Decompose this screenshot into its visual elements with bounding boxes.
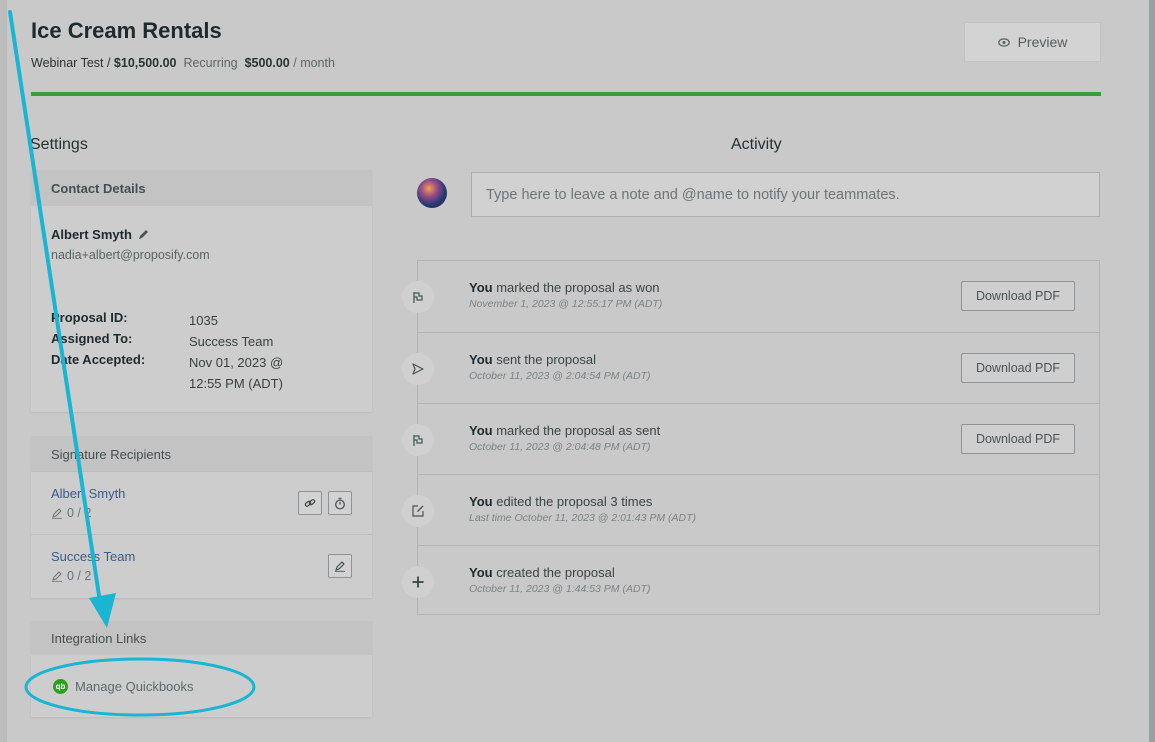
activity-actor: You — [469, 494, 493, 509]
edit-icon — [402, 495, 434, 527]
breadcrumb[interactable]: Webinar Test / — [31, 56, 110, 70]
pencil-icon[interactable] — [137, 228, 150, 241]
activity-item: You marked the proposal as won November … — [402, 261, 1099, 332]
send-icon — [402, 353, 434, 385]
manage-quickbooks-label: Manage Quickbooks — [75, 679, 194, 694]
eye-icon — [997, 37, 1010, 47]
activity-title: You marked the proposal as won — [469, 280, 660, 295]
field-label: Assigned To: — [51, 331, 133, 346]
signature-pen-icon — [52, 571, 62, 582]
preview-button[interactable]: Preview — [964, 22, 1101, 62]
recurring-amount: $500.00 — [244, 56, 290, 70]
manage-quickbooks-link[interactable]: qb Manage Quickbooks — [53, 679, 194, 694]
contact-details-heading: Contact Details — [31, 170, 372, 206]
download-pdf-button[interactable]: Download PDF — [961, 281, 1075, 311]
flag-icon — [402, 281, 434, 313]
settings-heading: Settings — [30, 136, 88, 153]
stopwatch-icon — [335, 497, 345, 509]
activity-item: You created the proposal October 11, 202… — [402, 545, 1099, 617]
proposal-summary: Webinar Test / $10,500.00 Recurring $500… — [31, 56, 335, 70]
window-edge-left — [0, 0, 7, 742]
recurring-period: / month — [293, 56, 335, 70]
activity-list: You marked the proposal as won November … — [402, 260, 1100, 617]
recipient-row: Albert Smyth 0 / 2 — [31, 471, 372, 535]
activity-item: You edited the proposal 3 times Last tim… — [402, 474, 1099, 546]
signature-recipients-card: Signature Recipients Albert Smyth 0 / 2 … — [31, 436, 372, 598]
recipient-name-link[interactable]: Albert Smyth — [51, 486, 125, 501]
flag-icon — [402, 424, 434, 456]
avatar — [417, 178, 447, 208]
activity-title: You marked the proposal as sent — [469, 423, 660, 438]
download-pdf-button[interactable]: Download PDF — [961, 353, 1075, 383]
sign-button[interactable] — [328, 554, 352, 578]
page-title: Ice Cream Rentals — [31, 18, 222, 43]
signature-pen-icon — [52, 508, 62, 519]
count-text: 0 / 2 — [67, 569, 92, 583]
activity-heading: Activity — [731, 136, 782, 153]
contact-name-text: Albert Smyth — [51, 227, 132, 242]
activity-timestamp: October 11, 2023 @ 2:04:48 PM (ADT) — [469, 441, 651, 453]
recipient-signature-count: 0 / 2 — [51, 506, 91, 520]
activity-actor: You — [469, 565, 493, 580]
count-text: 0 / 2 — [67, 506, 92, 520]
field-value: Success Team — [189, 334, 274, 349]
activity-timestamp: November 1, 2023 @ 12:55:17 PM (ADT) — [469, 298, 663, 310]
preview-label: Preview — [1017, 34, 1068, 50]
activity-note-input[interactable] — [471, 172, 1100, 217]
activity-text: created the proposal — [496, 565, 615, 580]
activity-text: sent the proposal — [496, 352, 596, 367]
field-value: 1035 — [189, 313, 218, 328]
contact-email: nadia+albert@proposify.com — [51, 248, 210, 262]
integration-links-card: Integration Links qb Manage Quickbooks — [31, 621, 372, 717]
recipient-signature-count: 0 / 2 — [51, 569, 91, 583]
activity-timestamp: October 11, 2023 @ 1:44:53 PM (ADT) — [469, 583, 651, 595]
download-pdf-button[interactable]: Download PDF — [961, 424, 1075, 454]
proposal-amount: $10,500.00 — [113, 56, 177, 70]
activity-timestamp: October 11, 2023 @ 2:04:54 PM (ADT) — [469, 370, 651, 382]
field-label: Date Accepted: — [51, 352, 146, 367]
contact-details-card: Contact Details Albert Smyth nadia+alber… — [31, 170, 372, 412]
field-label: Proposal ID: — [51, 310, 128, 325]
recurring-label: Recurring — [183, 56, 238, 70]
contact-name: Albert Smyth — [51, 227, 150, 242]
activity-actor: You — [469, 280, 493, 295]
activity-text: marked the proposal as won — [496, 280, 660, 295]
activity-item: You marked the proposal as sent October … — [402, 403, 1099, 475]
activity-actor: You — [469, 423, 493, 438]
recipient-row: Success Team 0 / 2 — [31, 534, 372, 598]
signature-pen-icon — [335, 561, 345, 572]
activity-text: marked the proposal as sent — [496, 423, 661, 438]
quickbooks-icon: qb — [53, 679, 68, 694]
activity-timestamp: Last time October 11, 2023 @ 2:01:43 PM … — [469, 512, 696, 524]
recipient-name-link[interactable]: Success Team — [51, 549, 135, 564]
activity-item: You sent the proposal October 11, 2023 @… — [402, 332, 1099, 404]
integration-links-heading: Integration Links — [31, 621, 372, 655]
activity-actor: You — [469, 352, 493, 367]
activity-title: You edited the proposal 3 times — [469, 494, 652, 509]
signature-recipients-heading: Signature Recipients — [31, 436, 372, 472]
plus-icon — [402, 566, 434, 598]
reminder-button[interactable] — [328, 491, 352, 515]
scrollbar[interactable] — [1149, 0, 1155, 742]
link-icon — [304, 499, 316, 507]
activity-title: You created the proposal — [469, 565, 615, 580]
activity-text: edited the proposal 3 times — [496, 494, 653, 509]
activity-title: You sent the proposal — [469, 352, 596, 367]
field-value: Nov 01, 2023 @ 12:55 PM (ADT) — [189, 355, 284, 391]
proposal-progress-bar — [31, 92, 1101, 96]
copy-link-button[interactable] — [298, 491, 322, 515]
